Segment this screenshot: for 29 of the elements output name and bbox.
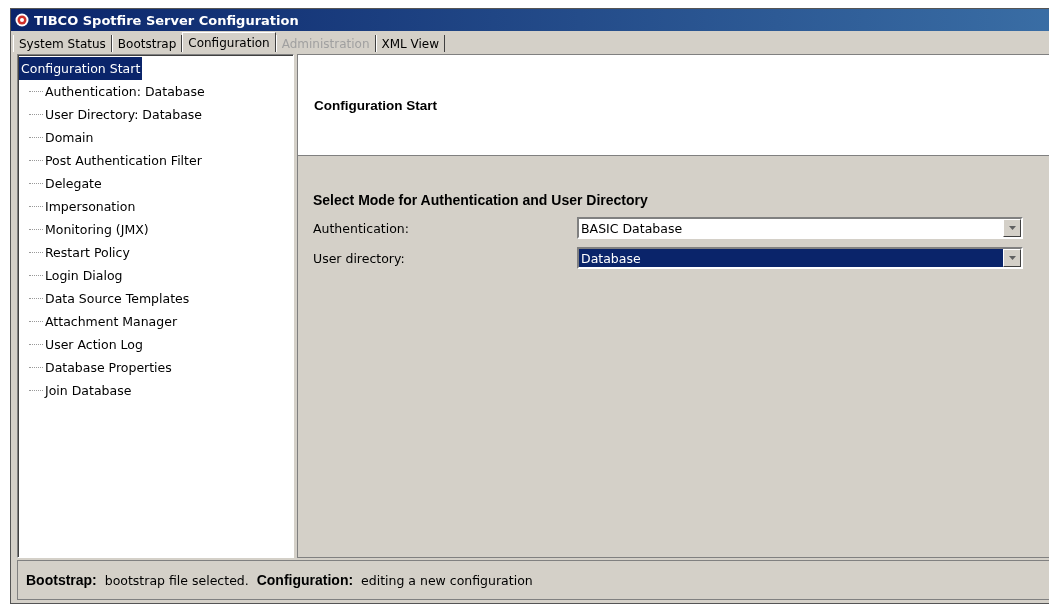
- tree-item[interactable]: Attachment Manager: [43, 310, 180, 333]
- tab[interactable]: Bootstrap: [111, 35, 183, 52]
- section-heading: Select Mode for Authentication and User Directory: [313, 192, 649, 208]
- field-label: Authentication:: [313, 220, 410, 236]
- app-logo-icon: [15, 13, 29, 27]
- dropdown-value: Database: [579, 249, 1003, 267]
- tree-item[interactable]: Configuration Start: [19, 57, 143, 80]
- page-heading: Configuration Start: [314, 97, 437, 113]
- tree-item[interactable]: Monitoring (JMX): [43, 218, 151, 241]
- status-text: Bootstrap: bootstrap file selected. Configuration: editing a new configuration: [26, 572, 533, 588]
- tree-item[interactable]: Delegate: [43, 172, 104, 195]
- tree-item[interactable]: Data Source Templates: [43, 287, 192, 310]
- tree-item[interactable]: Authentication: Database: [43, 80, 207, 103]
- tree-item[interactable]: Impersonation: [43, 195, 138, 218]
- tab[interactable]: System Status: [13, 35, 112, 52]
- tab[interactable]: Configuration: [182, 32, 276, 52]
- tree-item[interactable]: Join Database: [43, 379, 134, 402]
- tree-item[interactable]: User Action Log: [43, 333, 145, 356]
- tree-item[interactable]: Domain: [43, 126, 96, 149]
- tree-item[interactable]: User Directory: Database: [43, 103, 204, 126]
- tree-item[interactable]: Login Dialog: [43, 264, 125, 287]
- window-title: TIBCO Spotfire Server Configuration: [34, 12, 299, 28]
- tree-item[interactable]: Database Properties: [43, 356, 174, 379]
- tab[interactable]: XML View: [375, 35, 446, 52]
- tree-item[interactable]: Restart Policy: [43, 241, 132, 264]
- field-label: User directory:: [313, 250, 406, 266]
- dropdown[interactable]: BASIC Database: [577, 217, 1023, 239]
- tree-item[interactable]: Post Authentication Filter: [43, 149, 204, 172]
- dropdown[interactable]: Database: [577, 247, 1023, 269]
